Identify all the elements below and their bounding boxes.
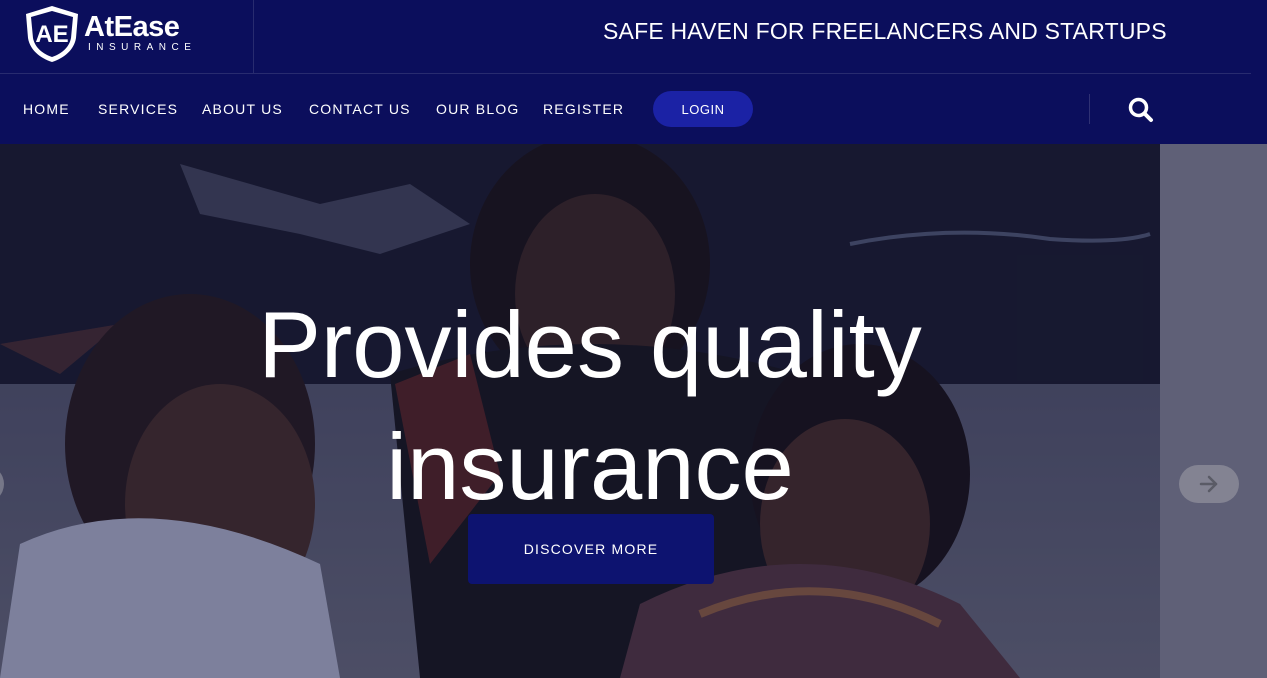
logo[interactable]: AE AtEase INSURANCE [22, 4, 196, 64]
top-bar: AE AtEase INSURANCE SAFE HAVEN FOR FREEL… [0, 0, 1267, 74]
nav-services[interactable]: SERVICES [98, 101, 178, 117]
hero-title: Provides quality insurance [190, 284, 990, 528]
hero-title-line-2: insurance [386, 414, 794, 519]
login-button[interactable]: LOGIN [653, 91, 753, 127]
slider-next-button[interactable] [1179, 465, 1239, 503]
discover-more-button[interactable]: DISCOVER MORE [468, 514, 714, 584]
search-button[interactable] [1127, 96, 1155, 124]
nav-our-blog[interactable]: OUR BLOG [436, 101, 520, 117]
logo-name: AtEase [84, 10, 180, 43]
nav-register[interactable]: REGISTER [543, 101, 624, 117]
nav-divider [1089, 94, 1090, 124]
tagline: SAFE HAVEN FOR FREELANCERS AND STARTUPS [603, 18, 1167, 44]
header-divider [253, 0, 254, 73]
arrow-right-icon [1199, 475, 1218, 493]
hero-slider: Provides quality insurance DISCOVER MORE [0, 144, 1267, 678]
search-icon [1128, 97, 1153, 122]
nav-contact-us[interactable]: CONTACT US [309, 101, 411, 117]
shield-logo-icon: AE [26, 6, 78, 62]
nav-home[interactable]: HOME [23, 101, 70, 117]
nav-about-us[interactable]: ABOUT US [202, 101, 283, 117]
main-nav: HOME SERVICES ABOUT US CONTACT US OUR BL… [0, 74, 1267, 144]
logo-monogram: AE [35, 21, 68, 48]
logo-subtitle: INSURANCE [88, 41, 197, 53]
hero-title-line-1: Provides quality [258, 292, 922, 397]
